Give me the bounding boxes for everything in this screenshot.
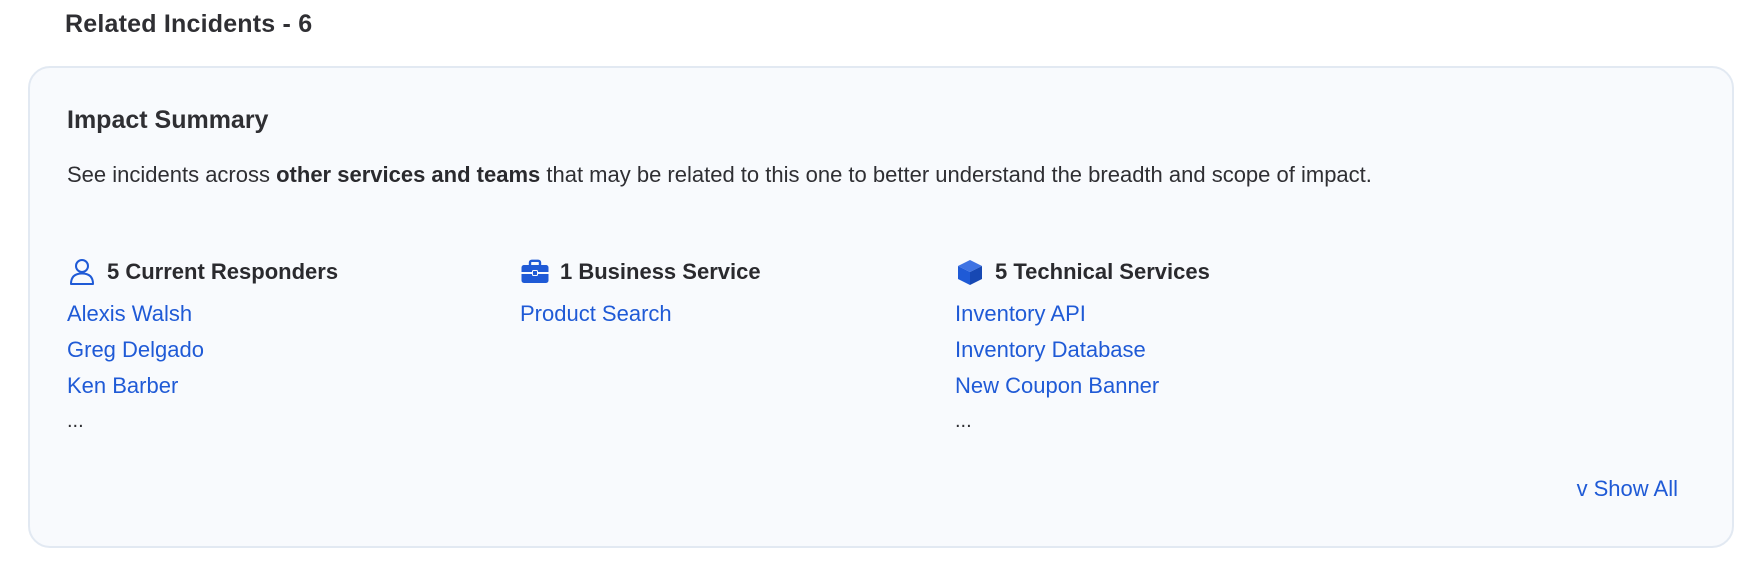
technical-services-column: 5 Technical Services Inventory API Inven…: [955, 256, 1210, 438]
responders-heading-label: 5 Current Responders: [107, 259, 339, 284]
description-prefix: See incidents across: [67, 162, 277, 187]
page-title: Related Incidents - 6: [65, 10, 313, 38]
description-bold: other services and teams: [276, 162, 541, 187]
business-services-heading: 1 Business Service: [520, 256, 761, 288]
technical-services-heading-label: 5 Technical Services: [995, 259, 1210, 284]
cube-icon: [955, 257, 985, 287]
technical-services-heading: 5 Technical Services: [955, 256, 1210, 288]
responders-column: 5 Current Responders Alexis Walsh Greg D…: [67, 256, 338, 438]
technical-service-link[interactable]: Inventory Database: [955, 332, 1210, 368]
technical-service-link[interactable]: New Coupon Banner: [955, 368, 1210, 404]
impact-summary-description: See incidents across other services and …: [67, 156, 1487, 194]
technical-services-list: Inventory API Inventory Database New Cou…: [955, 296, 1210, 438]
responders-heading: 5 Current Responders: [67, 256, 338, 288]
technical-services-more: ...: [955, 410, 972, 432]
briefcase-icon: [520, 257, 550, 287]
technical-service-link[interactable]: Inventory API: [955, 296, 1210, 332]
impact-summary-title: Impact Summary: [67, 106, 269, 134]
show-all-button[interactable]: v Show All: [1577, 476, 1678, 502]
user-icon: [67, 257, 97, 287]
responders-list: Alexis Walsh Greg Delgado Ken Barber ...: [67, 296, 338, 438]
business-services-heading-label: 1 Business Service: [560, 259, 761, 284]
show-all-label: Show All: [1593, 476, 1678, 501]
chevron-down-icon: v: [1576, 476, 1588, 501]
impact-summary-card: Impact Summary See incidents across othe…: [28, 66, 1734, 548]
description-suffix: that may be related to this one to bette…: [540, 162, 1372, 187]
responder-link[interactable]: Alexis Walsh: [67, 296, 338, 332]
responders-more: ...: [67, 410, 84, 432]
business-services-column: 1 Business Service Product Search: [520, 256, 761, 332]
business-service-link[interactable]: Product Search: [520, 296, 761, 332]
responder-link[interactable]: Greg Delgado: [67, 332, 338, 368]
business-services-list: Product Search: [520, 296, 761, 332]
responder-link[interactable]: Ken Barber: [67, 368, 338, 404]
